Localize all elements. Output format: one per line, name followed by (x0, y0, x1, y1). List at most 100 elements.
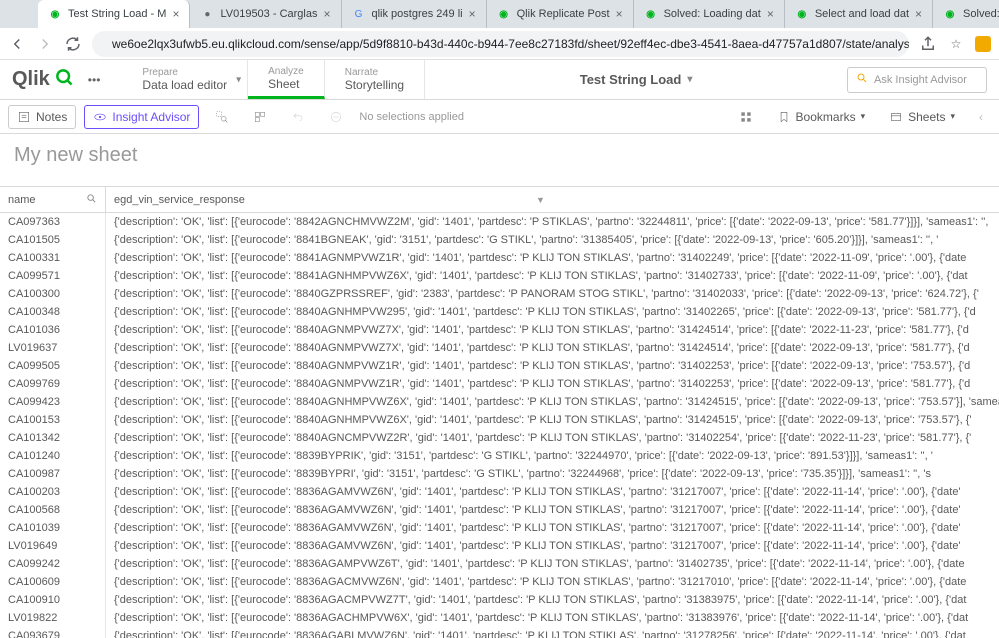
smart-search-button[interactable] (207, 106, 237, 128)
cell-response: {'description': 'OK', 'list': [{'eurocod… (106, 501, 999, 519)
star-icon[interactable]: ☆ (947, 35, 965, 53)
favicon-qlik-icon: ◉ (795, 7, 809, 21)
tab-prepare[interactable]: Prepare Data load editor ▾ (122, 60, 248, 99)
table-row[interactable]: CA099423{'description': 'OK', 'list': [{… (0, 393, 999, 411)
cell-name: CA101039 (0, 519, 106, 537)
cell-response: {'description': 'OK', 'list': [{'eurocod… (106, 375, 999, 393)
browser-tab[interactable]: ◉ Test String Load - M × (38, 0, 190, 28)
favicon-google-icon: G (352, 7, 366, 21)
column-header-name[interactable]: name (0, 187, 106, 212)
cell-name: CA100153 (0, 411, 106, 429)
browser-tab[interactable]: ◉Select and load dat× (785, 0, 933, 28)
cell-response: {'description': 'OK', 'list': [{'eurocod… (106, 339, 999, 357)
cell-name: CA100609 (0, 573, 106, 591)
table-row[interactable]: LV019649{'description': 'OK', 'list': [{… (0, 537, 999, 555)
favicon-generic-icon: ● (200, 7, 214, 21)
more-menu-icon[interactable]: ••• (84, 69, 105, 91)
column-header-response-label: egd_vin_service_response (114, 194, 245, 206)
cell-name: CA099505 (0, 357, 106, 375)
table-row[interactable]: CA100609{'description': 'OK', 'list': [{… (0, 573, 999, 591)
tab-analyze-main: Sheet (268, 77, 304, 91)
tab-analyze[interactable]: Analyze Sheet (248, 60, 325, 99)
sheets-button[interactable]: Sheets ▾ (881, 106, 963, 128)
notes-label: Notes (36, 110, 67, 124)
url-field[interactable]: we6oe2lqx3ufwb5.eu.qlikcloud.com/sense/a… (92, 31, 909, 57)
close-icon[interactable]: × (469, 7, 476, 21)
table-row[interactable]: CA100348{'description': 'OK', 'list': [{… (0, 303, 999, 321)
prev-sheet-button[interactable]: ‹ (971, 106, 991, 128)
notes-button[interactable]: Notes (8, 105, 76, 129)
table-row[interactable]: CA101240{'description': 'OK', 'list': [{… (0, 447, 999, 465)
insight-advisor-button[interactable]: Insight Advisor (84, 105, 199, 129)
table-row[interactable]: CA101039{'description': 'OK', 'list': [{… (0, 519, 999, 537)
browser-tab[interactable]: ◉Solved: Count Cha× (933, 0, 999, 28)
browser-tab[interactable]: Gqlik postgres 249 li× (342, 0, 487, 28)
app-title[interactable]: Test String Load ▾ (425, 72, 847, 87)
table-row[interactable]: LV019822{'description': 'OK', 'list': [{… (0, 609, 999, 627)
close-icon[interactable]: × (767, 7, 774, 21)
close-icon[interactable]: × (323, 7, 330, 21)
cell-name: CA099571 (0, 267, 106, 285)
table-row[interactable]: CA099571{'description': 'OK', 'list': [{… (0, 267, 999, 285)
share-icon[interactable] (919, 35, 937, 53)
table-row[interactable]: CA099769{'description': 'OK', 'list': [{… (0, 375, 999, 393)
tab-analyze-sub: Analyze (268, 66, 304, 77)
search-icon[interactable] (86, 193, 97, 207)
chevron-down-icon: ▾ (236, 74, 241, 85)
browser-tab[interactable]: ● LV019503 - Carglas × (190, 0, 341, 28)
table-row[interactable]: CA100910{'description': 'OK', 'list': [{… (0, 591, 999, 609)
table-row[interactable]: CA099242{'description': 'OK', 'list': [{… (0, 555, 999, 573)
browser-tab[interactable]: ◉Qlik Replicate Post× (487, 0, 634, 28)
close-icon[interactable]: × (915, 7, 922, 21)
table-row[interactable]: CA100153{'description': 'OK', 'list': [{… (0, 411, 999, 429)
browser-tabs: ◉ Test String Load - M × ● LV019503 - Cargla… (38, 0, 999, 28)
table-row[interactable]: CA100203{'description': 'OK', 'list': [{… (0, 483, 999, 501)
bookmarks-button[interactable]: Bookmarks ▾ (769, 106, 874, 128)
table-row[interactable]: CA101505{'description': 'OK', 'list': [{… (0, 231, 999, 249)
table-row[interactable]: CA100331{'description': 'OK', 'list': [{… (0, 249, 999, 267)
tab-narrate[interactable]: Narrate Storytelling (325, 60, 425, 99)
reload-button[interactable] (64, 35, 82, 53)
cell-response: {'description': 'OK', 'list': [{'eurocod… (106, 537, 999, 555)
browser-tab-strip: ◉ Test String Load - M × ● LV019503 - Cargla… (0, 0, 999, 28)
sort-indicator-icon: ▼ (536, 195, 545, 205)
tab-title: Solved: Loading dat (664, 8, 761, 20)
table-row[interactable]: CA097363{'description': 'OK', 'list': [{… (0, 213, 999, 231)
tab-title: LV019503 - Carglas (220, 8, 317, 20)
close-icon[interactable]: × (616, 7, 623, 21)
extension-icon[interactable] (975, 36, 991, 52)
cell-response: {'description': 'OK', 'list': [{'eurocod… (106, 483, 999, 501)
tab-title: Test String Load - M (68, 8, 166, 20)
no-selections-text: No selections applied (359, 111, 464, 123)
column-header-response[interactable]: egd_vin_service_response ▼ (106, 187, 999, 212)
cell-name: CA099423 (0, 393, 106, 411)
browser-tab[interactable]: ◉ Solved: Loading dat × (634, 0, 785, 28)
step-back-button[interactable] (283, 106, 313, 128)
ask-insight-input[interactable]: Ask Insight Advisor (847, 67, 987, 93)
table-row[interactable]: CA093679{'description': 'OK', 'list': [{… (0, 627, 999, 638)
tab-title: Solved: Count Cha (963, 8, 999, 20)
back-button[interactable] (8, 35, 26, 53)
table-row[interactable]: CA101342{'description': 'OK', 'list': [{… (0, 429, 999, 447)
favicon-qlik-icon: ◉ (48, 7, 62, 21)
table-row[interactable]: CA100987{'description': 'OK', 'list': [{… (0, 465, 999, 483)
table-row[interactable]: CA100300{'description': 'OK', 'list': [{… (0, 285, 999, 303)
cell-name: CA099769 (0, 375, 106, 393)
clear-selections-button[interactable] (321, 106, 351, 128)
cell-name: CA100910 (0, 591, 106, 609)
cell-response: {'description': 'OK', 'list': [{'eurocod… (106, 519, 999, 537)
grid-icon (739, 110, 753, 124)
data-table: name egd_vin_service_response ▼ CA097363… (0, 186, 999, 638)
notes-icon (17, 110, 31, 124)
cell-response: {'description': 'OK', 'list': [{'eurocod… (106, 231, 999, 249)
qlik-logo[interactable]: Qlik (12, 67, 74, 93)
favicon-qlik-icon: ◉ (644, 7, 658, 21)
forward-button[interactable] (36, 35, 54, 53)
assets-panel-button[interactable] (731, 106, 761, 128)
selections-tool-button[interactable] (245, 106, 275, 128)
table-row[interactable]: CA099505{'description': 'OK', 'list': [{… (0, 357, 999, 375)
close-icon[interactable]: × (172, 7, 179, 21)
table-row[interactable]: LV019637{'description': 'OK', 'list': [{… (0, 339, 999, 357)
table-row[interactable]: CA101036{'description': 'OK', 'list': [{… (0, 321, 999, 339)
table-row[interactable]: CA100568{'description': 'OK', 'list': [{… (0, 501, 999, 519)
